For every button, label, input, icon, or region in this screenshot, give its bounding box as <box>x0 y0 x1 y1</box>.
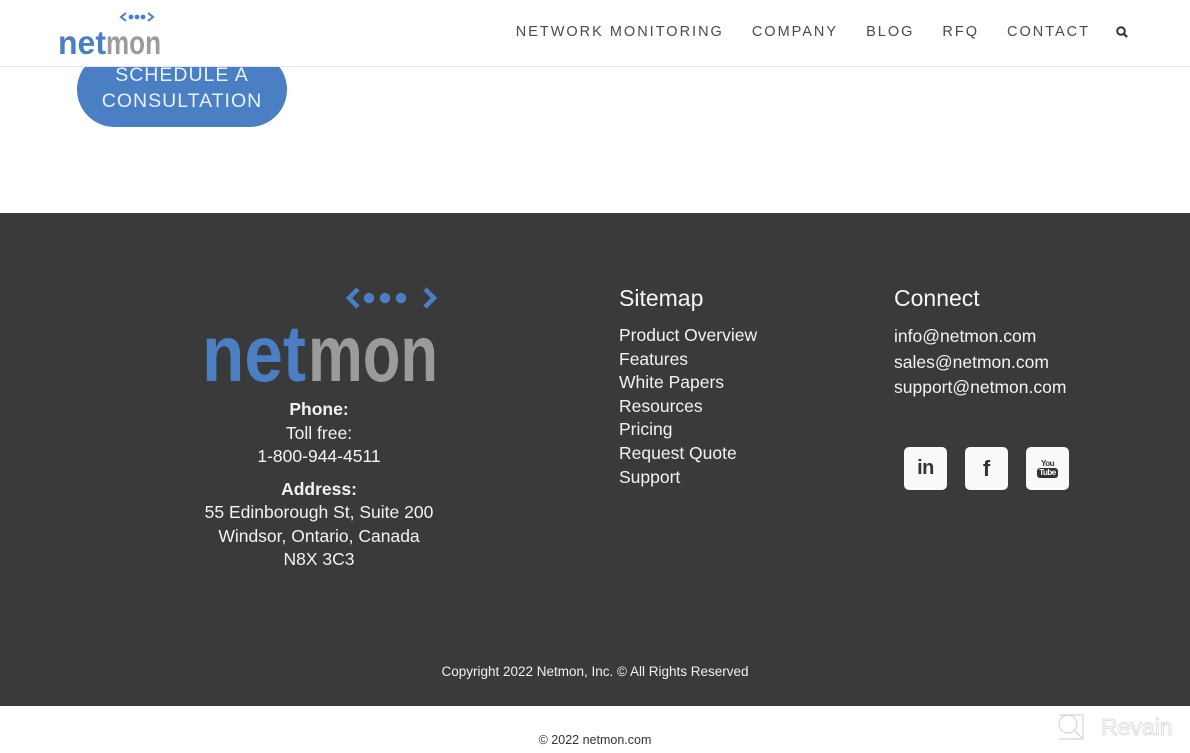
email-info[interactable]: info@netmon.com <box>894 324 1066 350</box>
sitemap-link-pricing[interactable]: Pricing <box>619 418 757 442</box>
sitemap-link-request-quote[interactable]: Request Quote <box>619 442 757 466</box>
bottom-bar: © 2022 netmon.com Revain <box>0 706 1190 753</box>
connect: Connect info@netmon.com sales@netmon.com… <box>894 285 1066 401</box>
revain-watermark: Revain <box>1055 711 1173 743</box>
svg-text:mon: mon <box>308 309 438 383</box>
nav-contact[interactable]: CONTACT <box>1007 24 1090 40</box>
svg-text:net: net <box>202 309 306 383</box>
footer-copyright: Copyright 2022 Netmon, Inc. © All Rights… <box>441 664 749 679</box>
site-header: net mon NETWORK MONITORING COMPANY BLOG … <box>0 0 1190 67</box>
connect-title: Connect <box>894 285 980 311</box>
netmon-logo[interactable]: net mon <box>58 12 162 56</box>
bottom-copyright: © 2022 netmon.com <box>538 733 652 747</box>
toll-free-label: Toll free: <box>285 422 353 443</box>
nav-blog[interactable]: BLOG <box>866 24 914 40</box>
cta-line-2: CONSULTATION <box>101 90 263 112</box>
sitemap-title: Sitemap <box>619 285 704 311</box>
phone-label: Phone: <box>289 399 349 419</box>
footer-netmon-logo: net mon <box>202 287 438 383</box>
linkedin-icon: in <box>917 457 934 479</box>
nav-rfq[interactable]: RFQ <box>942 24 979 40</box>
main-nav: NETWORK MONITORING COMPANY BLOG RFQ CONT… <box>516 24 1090 40</box>
facebook-button[interactable]: f <box>965 447 1008 490</box>
social-links: in f You Tube <box>904 447 1069 490</box>
revain-logo-icon <box>1058 714 1084 740</box>
nav-company[interactable]: COMPANY <box>752 24 838 40</box>
postal-code: N8X 3C3 <box>283 549 355 569</box>
email-sales[interactable]: sales@netmon.com <box>894 350 1066 376</box>
phone-number[interactable]: 1-800-944-4511 <box>180 445 458 469</box>
facebook-icon: f <box>982 455 991 481</box>
address-label: Address: <box>281 478 357 499</box>
svg-text:net: net <box>58 24 106 56</box>
sitemap-link-product-overview[interactable]: Product Overview <box>619 324 757 348</box>
revain-text: Revain <box>1101 713 1173 740</box>
linkedin-button[interactable]: in <box>904 447 947 490</box>
svg-text:mon: mon <box>106 24 161 56</box>
site-footer: net mon Phone: Toll free: 1-800-944-4511… <box>0 213 1190 706</box>
sitemap-link-features[interactable]: Features <box>619 348 757 372</box>
address-line-2: Windsor, Ontario, Canada <box>218 525 420 546</box>
page: net mon NETWORK MONITORING COMPANY BLOG … <box>0 0 1190 753</box>
contact-info: Phone: Toll free: 1-800-944-4511 Address… <box>180 398 458 572</box>
sitemap: Sitemap Product Overview Features White … <box>619 285 757 489</box>
search-icon[interactable] <box>1114 24 1130 40</box>
sitemap-link-resources[interactable]: Resources <box>619 395 757 419</box>
youtube-icon: You Tube <box>1037 458 1058 478</box>
address-line-1: 55 Edinborough St, Suite 200 <box>204 502 434 522</box>
youtube-button[interactable]: You Tube <box>1026 447 1069 490</box>
nav-network-monitoring[interactable]: NETWORK MONITORING <box>516 24 724 40</box>
sitemap-link-support[interactable]: Support <box>619 466 757 490</box>
sitemap-link-white-papers[interactable]: White Papers <box>619 371 757 395</box>
email-support[interactable]: support@netmon.com <box>894 375 1066 401</box>
